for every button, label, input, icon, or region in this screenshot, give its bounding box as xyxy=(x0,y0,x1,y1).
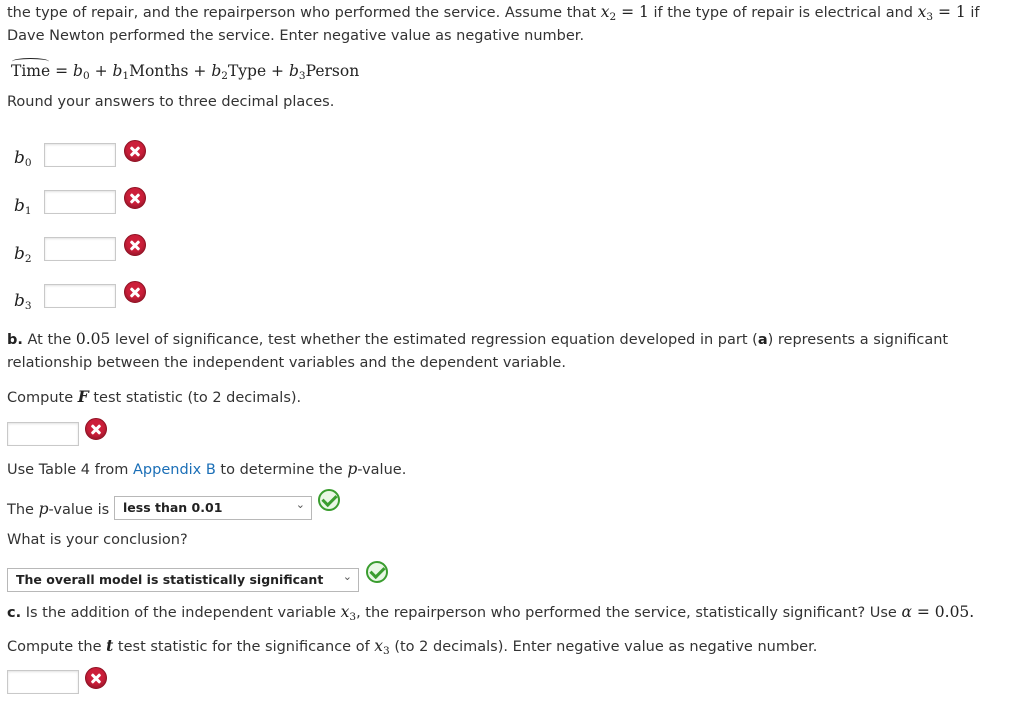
part-c-label: c. xyxy=(7,605,22,621)
part-ref: a xyxy=(757,332,768,348)
compute-t-prompt: Compute the t test statistic for the sig… xyxy=(7,636,817,657)
coef-label-b0: b0 xyxy=(14,148,32,169)
p-symbol: p xyxy=(347,460,358,478)
pvalue-label: The p-value is xyxy=(7,500,109,518)
conclusion-selected-value: The overall model is statistically signi… xyxy=(16,572,324,587)
equation-term: Type + xyxy=(227,62,289,80)
instruction-text: -value. xyxy=(357,462,407,478)
prompt-text: (to 2 decimals). Enter negative value as… xyxy=(389,639,818,655)
alpha-symbol: α xyxy=(901,603,912,621)
pvalue-select[interactable]: less than 0.01 ⌄ xyxy=(114,496,312,520)
incorrect-x-icon xyxy=(124,187,146,209)
intro-line-1: the type of repair, and the repairperson… xyxy=(7,3,979,23)
incorrect-x-icon xyxy=(85,667,107,689)
prompt-text: test statistic (to 2 decimals). xyxy=(88,390,302,406)
alpha-value: = 0.05. xyxy=(911,603,975,621)
incorrect-x-icon xyxy=(124,140,146,162)
prompt-text: Compute the xyxy=(7,639,107,655)
part-b-label: b. xyxy=(7,332,23,348)
incorrect-x-icon xyxy=(124,281,146,303)
equation-b2: b xyxy=(211,62,222,80)
f-statistic-input[interactable] xyxy=(7,422,79,446)
instruction-text: to determine the xyxy=(215,462,348,478)
correct-check-icon xyxy=(366,561,388,583)
part-c-text: Is the addition of the independent varia… xyxy=(21,605,341,621)
part-c-question: c. Is the addition of the independent va… xyxy=(7,603,974,623)
b1-input[interactable] xyxy=(44,190,116,214)
equation-b3-sub: 3 xyxy=(298,70,306,82)
part-b-line-2: relationship between the independent var… xyxy=(7,355,566,371)
instruction-text: Use Table 4 from xyxy=(7,462,133,478)
equation-term: Months + xyxy=(129,62,212,80)
intro-text: if the type of repair is electrical and xyxy=(648,5,918,21)
intro-line-2: Dave Newton performed the service. Enter… xyxy=(7,28,585,44)
equation-b0: b xyxy=(73,62,83,80)
correct-check-icon xyxy=(318,489,340,511)
incorrect-x-icon xyxy=(85,418,107,440)
part-b-text: At the xyxy=(22,332,76,348)
equation-term: Person xyxy=(305,62,360,80)
p-symbol: p xyxy=(38,500,49,518)
equation-b2-sub: 2 xyxy=(221,70,228,82)
b0-input[interactable] xyxy=(44,143,116,167)
equation-b3: b xyxy=(288,62,299,80)
prompt-text: Compute xyxy=(7,390,78,406)
appendix-b-link[interactable]: Appendix B xyxy=(133,462,216,478)
intro-text: if xyxy=(965,5,980,21)
b3-input[interactable] xyxy=(44,284,116,308)
equation-b1: b xyxy=(112,62,123,80)
incorrect-x-icon xyxy=(124,234,146,256)
conclusion-question: What is your conclusion? xyxy=(7,532,188,548)
intro-text: the type of repair, and the repairperson… xyxy=(7,5,601,21)
conclusion-select[interactable]: The overall model is statistically signi… xyxy=(7,568,359,592)
var-x3: x xyxy=(374,637,384,655)
var-x3-sub: 3 xyxy=(383,645,390,657)
part-b-text: level of significance, test whether the … xyxy=(110,332,758,348)
pvalue-selected-value: less than 0.01 xyxy=(123,500,223,515)
coef-label-b1: b1 xyxy=(14,196,32,217)
equation-op: = xyxy=(50,62,74,80)
significance-level: 0.05 xyxy=(75,330,111,348)
label-text: The xyxy=(7,502,39,518)
eq-value: = 1 xyxy=(933,3,966,21)
equation-b0-sub: 0 xyxy=(82,70,90,82)
t-statistic-input[interactable] xyxy=(7,670,79,694)
regression-equation: Time = b0 + b1Months + b2Type + b3Person xyxy=(11,58,360,82)
equation-op: + xyxy=(89,62,113,80)
eq-value: = 1 xyxy=(616,3,649,21)
label-text: -value is xyxy=(48,502,110,518)
coef-label-b3: b3 xyxy=(14,291,32,312)
round-note: Round your answers to three decimal plac… xyxy=(7,94,335,110)
compute-f-prompt: Compute F test statistic (to 2 decimals)… xyxy=(7,387,301,406)
f-symbol: F xyxy=(77,387,89,406)
part-c-text: , the repairperson who performed the ser… xyxy=(356,605,902,621)
var-x2: x xyxy=(600,3,610,21)
part-b-text: ) represents a significant xyxy=(767,332,949,348)
coef-label-b2: b2 xyxy=(14,244,32,265)
equation-lhs: Time xyxy=(11,58,51,80)
chevron-down-icon: ⌄ xyxy=(295,498,305,511)
table-instruction: Use Table 4 from Appendix B to determine… xyxy=(7,460,406,478)
part-b-question: b. At the 0.05 level of significance, te… xyxy=(7,330,948,348)
chevron-down-icon: ⌄ xyxy=(342,570,352,583)
b2-input[interactable] xyxy=(44,237,116,261)
prompt-text: test statistic for the significance of xyxy=(113,639,375,655)
